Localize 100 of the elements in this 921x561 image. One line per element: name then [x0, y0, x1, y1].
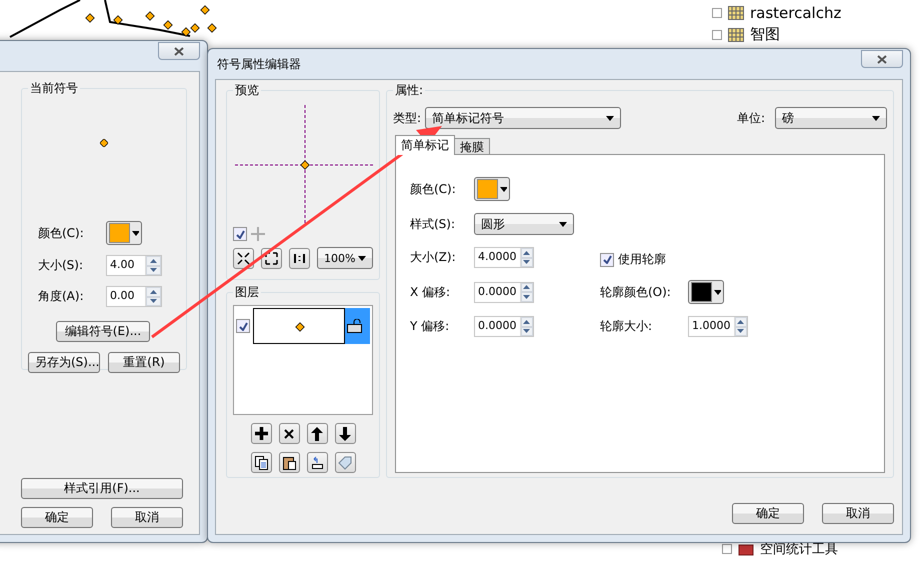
- arrows-inward-icon: [237, 252, 250, 264]
- group-title: 预览: [234, 82, 260, 99]
- paste-button[interactable]: [278, 452, 300, 473]
- symbol-preview-icon: [100, 139, 108, 147]
- cancel-button[interactable]: 取消: [822, 503, 894, 524]
- field-label: 轮廓大小:: [600, 318, 654, 335]
- cancel-button[interactable]: 取消: [111, 507, 183, 528]
- spin-down-icon: [523, 294, 530, 299]
- expand-icon[interactable]: [712, 8, 722, 18]
- group-title: 图层: [234, 284, 260, 301]
- reset-button[interactable]: 重置(R): [108, 352, 180, 373]
- checkbox-label: 使用轮廓: [618, 251, 666, 268]
- arrows-outward-icon: [265, 252, 278, 264]
- spin-up-icon: [150, 258, 157, 263]
- expand-icon[interactable]: [712, 30, 722, 40]
- checkbox[interactable]: [233, 227, 247, 241]
- spin-down-icon: [150, 268, 157, 272]
- window-title: 符号属性编辑器: [217, 56, 301, 72]
- color-picker[interactable]: [688, 280, 724, 304]
- caret-icon: [606, 116, 614, 120]
- spin-up-icon: [523, 285, 530, 290]
- ratio-icon: [294, 254, 305, 262]
- add-layer-button[interactable]: [250, 423, 272, 444]
- y-offset-field[interactable]: 0.0000: [474, 316, 534, 337]
- remove-layer-button[interactable]: [278, 423, 300, 444]
- field-label: 样式(S):: [410, 216, 456, 232]
- checkmark-icon: [236, 230, 244, 238]
- spin-down-icon: [737, 329, 744, 334]
- tree-item[interactable]: 智图: [750, 25, 780, 44]
- copy-button[interactable]: [250, 452, 272, 473]
- checkbox[interactable]: [236, 319, 250, 333]
- save-as-button[interactable]: 另存为(S)...: [28, 352, 100, 373]
- expand-icon[interactable]: [722, 544, 732, 554]
- tree-item[interactable]: 空间统计工具: [760, 540, 838, 558]
- field-label: 颜色(C):: [38, 224, 85, 242]
- reset-layer-button[interactable]: [306, 452, 328, 473]
- tree-item[interactable]: rastercalchz: [750, 4, 842, 22]
- edit-symbol-button[interactable]: 编辑符号(E)...: [56, 321, 150, 342]
- spin-down-icon: [150, 299, 157, 304]
- style-references-button[interactable]: 样式引用(F)...: [21, 478, 183, 499]
- clipboard-icon: [282, 456, 296, 470]
- field-label: 大小(S):: [38, 257, 84, 274]
- grid-icon: [728, 6, 744, 20]
- toolbox-icon: [738, 542, 754, 556]
- arrow-up-icon: [311, 426, 323, 440]
- checkbox[interactable]: [600, 252, 614, 266]
- checkmark-icon: [602, 255, 612, 264]
- group-title: 属性:: [394, 82, 424, 99]
- tab[interactable]: 简单标记: [395, 135, 455, 155]
- field-label: 角度(A):: [38, 288, 85, 305]
- spin-up-icon: [150, 290, 157, 294]
- ok-button[interactable]: 确定: [21, 507, 93, 528]
- spin-up-icon: [523, 250, 530, 255]
- style-dropdown[interactable]: 圆形: [474, 213, 574, 235]
- close-icon: [877, 54, 887, 64]
- color-picker[interactable]: [474, 177, 510, 201]
- plus-icon: [251, 227, 265, 241]
- cross-icon: [284, 428, 294, 438]
- type-dropdown[interactable]: 简单标记符号: [425, 107, 622, 129]
- move-up-button[interactable]: [306, 423, 328, 444]
- undo-icon: [310, 456, 324, 470]
- caret-icon: [132, 230, 139, 236]
- caret-icon: [358, 256, 366, 260]
- field-label: 大小(Z):: [410, 249, 457, 266]
- x-offset-field[interactable]: 0.0000: [474, 282, 534, 302]
- actual-size-button[interactable]: [289, 248, 310, 268]
- grid-icon: [728, 28, 744, 42]
- caret-icon: [714, 290, 721, 294]
- move-down-button[interactable]: [334, 423, 356, 444]
- caret-icon: [559, 222, 567, 226]
- tag-icon: [338, 456, 352, 470]
- size-field[interactable]: 4.0000: [474, 247, 534, 268]
- field-label: 单位:: [736, 110, 765, 126]
- ok-button[interactable]: 确定: [732, 503, 804, 524]
- spin-up-icon: [523, 320, 530, 324]
- color-picker[interactable]: [106, 221, 142, 245]
- tab[interactable]: 掩膜: [454, 138, 490, 155]
- close-icon: [174, 46, 184, 56]
- zoom-dropdown[interactable]: 100%: [317, 247, 373, 269]
- field-label: 颜色(C):: [410, 180, 457, 198]
- field-label: 轮廓颜色(O):: [600, 284, 672, 300]
- group-title: 当前符号: [29, 80, 79, 97]
- field-label: X 偏移:: [410, 284, 452, 300]
- tag-button[interactable]: [334, 452, 356, 473]
- layer-preview-icon: [253, 308, 345, 344]
- layer-item[interactable]: [253, 308, 370, 344]
- caret-icon: [872, 116, 880, 120]
- size-field[interactable]: 4.00: [106, 255, 162, 276]
- field-label: 类型:: [393, 110, 422, 126]
- zoom-in-button[interactable]: [233, 248, 254, 268]
- spin-up-icon: [737, 320, 744, 324]
- outline-size-field[interactable]: 1.0000: [688, 316, 748, 337]
- close-button[interactable]: [158, 42, 200, 60]
- field-label: Y 偏移:: [410, 318, 450, 335]
- spin-down-icon: [523, 329, 530, 334]
- angle-field[interactable]: 0.00: [106, 286, 162, 307]
- lock-icon: [347, 319, 363, 333]
- close-button[interactable]: [861, 50, 903, 68]
- checkmark-icon: [238, 322, 248, 330]
- unit-dropdown[interactable]: 磅: [775, 107, 887, 129]
